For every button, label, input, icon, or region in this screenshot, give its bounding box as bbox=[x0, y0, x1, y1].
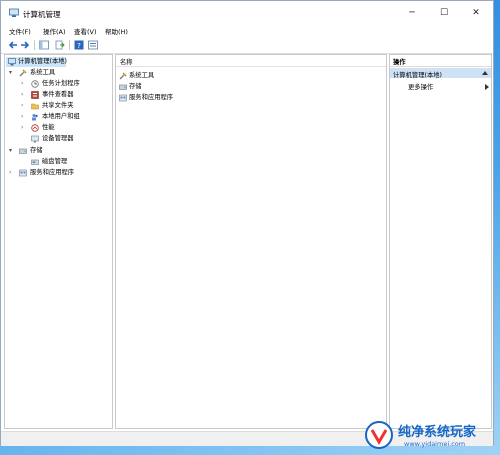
performance-icon bbox=[31, 124, 39, 132]
tree-item-label: 任务计划程序 bbox=[42, 80, 80, 87]
computer-management-window: 计算机管理 ─ ☐ ✕ 文件(F) 操作(A) 查看(V) 帮助(H) ? 计算… bbox=[0, 0, 494, 446]
window-title: 计算机管理 bbox=[23, 10, 61, 19]
device-manager-icon bbox=[31, 135, 39, 143]
expand-arrow-icon[interactable]: › bbox=[21, 112, 28, 122]
tree-root-label: 计算机管理(本地) bbox=[18, 58, 67, 65]
tree-item-label: 系统工具 bbox=[30, 69, 56, 76]
clock-icon bbox=[31, 80, 39, 88]
menu-action[interactable]: 操作(A) bbox=[43, 26, 66, 36]
maximize-button[interactable]: ☐ bbox=[429, 5, 459, 21]
computer-management-app-icon bbox=[9, 8, 19, 17]
minimize-button[interactable]: ─ bbox=[397, 5, 427, 21]
submenu-arrow-icon[interactable] bbox=[485, 84, 489, 90]
storage-icon bbox=[119, 84, 127, 90]
properties-icon[interactable] bbox=[88, 40, 98, 50]
actions-header: 操作 bbox=[390, 55, 491, 67]
tree-item-label: 服务和应用程序 bbox=[30, 169, 75, 176]
tree-item-label: 共享文件夹 bbox=[42, 102, 74, 109]
tree-item-label: 磁盘管理 bbox=[42, 158, 68, 165]
expand-arrow-icon[interactable]: › bbox=[21, 79, 28, 89]
services-icon bbox=[119, 94, 127, 102]
menu-help[interactable]: 帮助(H) bbox=[105, 26, 128, 36]
menu-view[interactable]: 查看(V) bbox=[74, 26, 97, 36]
tree-item-label: 事件查看器 bbox=[42, 91, 74, 98]
show-hide-tree-icon[interactable] bbox=[39, 40, 49, 50]
toolbar-separator bbox=[34, 40, 35, 50]
watermark-logo-icon bbox=[365, 421, 393, 449]
tree-item-label: 设备管理器 bbox=[42, 135, 74, 142]
forward-arrow-icon[interactable] bbox=[20, 40, 30, 50]
shared-folder-icon bbox=[31, 103, 39, 110]
more-actions-item[interactable]: 更多操作 bbox=[408, 82, 433, 91]
toolbar: ? bbox=[1, 37, 493, 54]
menu-bar: 文件(F) 操作(A) 查看(V) 帮助(H) bbox=[1, 25, 493, 37]
back-arrow-icon[interactable] bbox=[8, 40, 18, 50]
watermark-url: www.yidaimei.com bbox=[404, 440, 466, 448]
navigation-tree-pane: 计算机管理(本地) ▾ 系统工具 › 任务计划程序 › 事件查看器 › 共享文件… bbox=[4, 54, 113, 429]
expand-arrow-icon[interactable]: › bbox=[21, 90, 28, 100]
list-item-label: 服务和应用程序 bbox=[129, 94, 174, 101]
name-column-label: 名称 bbox=[120, 59, 133, 66]
menu-file[interactable]: 文件(F) bbox=[9, 26, 31, 36]
tree-item-label: 本地用户和组 bbox=[42, 113, 80, 120]
disk-icon bbox=[31, 159, 39, 165]
expand-arrow-icon[interactable]: ▾ bbox=[9, 146, 16, 156]
svg-text:?: ? bbox=[77, 42, 81, 50]
collapse-arrow-icon[interactable] bbox=[482, 71, 488, 75]
content-list-pane: 名称 系统工具 存储 服务和应用程序 bbox=[115, 54, 387, 429]
expand-arrow-icon[interactable]: › bbox=[9, 168, 16, 178]
actions-section-label: 计算机管理(本地) bbox=[393, 71, 442, 79]
expand-arrow-icon[interactable]: › bbox=[21, 101, 28, 111]
list-item-label: 存储 bbox=[129, 83, 142, 90]
help-icon[interactable]: ? bbox=[74, 40, 84, 50]
tools-icon bbox=[19, 69, 27, 77]
name-column-header[interactable]: 名称 bbox=[116, 55, 386, 67]
close-button[interactable]: ✕ bbox=[461, 5, 491, 21]
storage-icon bbox=[19, 148, 27, 154]
watermark-text: 纯净系统玩家 bbox=[398, 425, 477, 440]
title-bar[interactable]: 计算机管理 ─ ☐ ✕ bbox=[1, 1, 493, 25]
tools-icon bbox=[119, 72, 127, 80]
actions-pane: 操作 计算机管理(本地) 更多操作 bbox=[389, 54, 492, 429]
tree-root-computer-management[interactable]: 计算机管理(本地) bbox=[6, 57, 67, 67]
export-list-icon[interactable] bbox=[55, 40, 65, 50]
actions-section-computer-management[interactable]: 计算机管理(本地) bbox=[390, 68, 491, 79]
watermark-logo: 纯净系统玩家 www.yidaimei.com bbox=[360, 416, 496, 454]
toolbar-separator bbox=[69, 40, 70, 50]
tree-item-label: 性能 bbox=[42, 124, 55, 131]
event-viewer-icon bbox=[31, 91, 39, 99]
actions-header-label: 操作 bbox=[393, 59, 406, 66]
computer-management-icon bbox=[8, 58, 16, 66]
services-icon bbox=[19, 169, 27, 177]
list-item-label: 系统工具 bbox=[129, 72, 155, 79]
expand-arrow-icon[interactable]: › bbox=[21, 123, 28, 133]
tree-item-label: 存储 bbox=[30, 147, 43, 154]
users-icon bbox=[32, 114, 38, 121]
more-actions-label: 更多操作 bbox=[408, 84, 434, 91]
expand-arrow-icon[interactable]: ▾ bbox=[9, 68, 16, 78]
